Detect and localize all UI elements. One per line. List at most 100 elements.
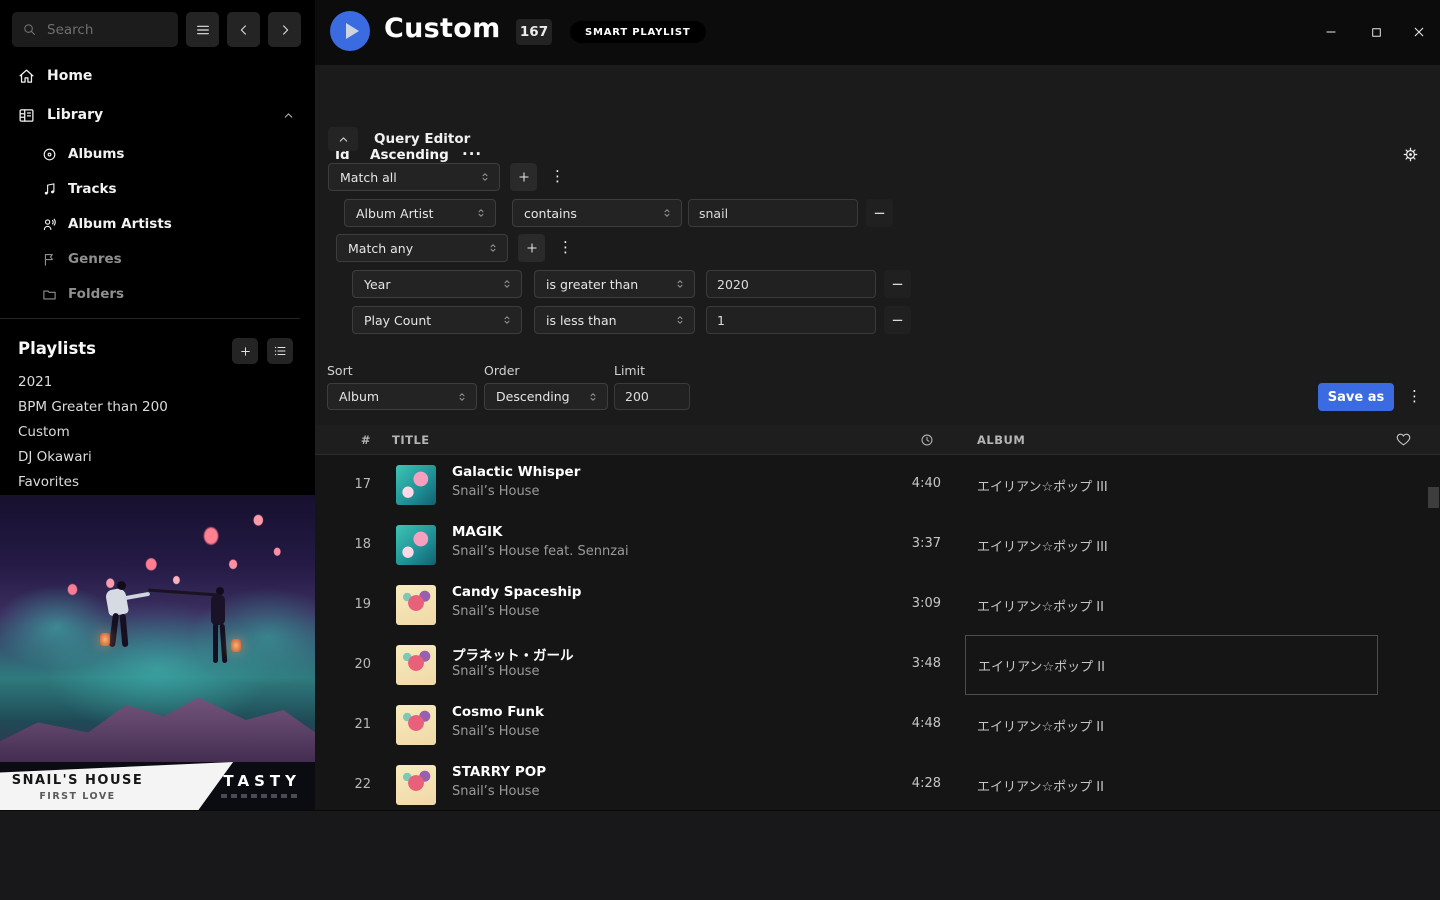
track-thumbnail[interactable] xyxy=(396,525,436,565)
album-cell[interactable]: エイリアン☆ポップ II xyxy=(965,695,1378,755)
track-artist[interactable]: Snail’s House feat. Sennzai xyxy=(452,544,629,559)
track-thumbnail[interactable] xyxy=(396,645,436,685)
playlist-item[interactable]: Favorites xyxy=(18,470,298,495)
query-editor-collapse-button[interactable] xyxy=(328,127,358,151)
track-album[interactable]: エイリアン☆ポップ II xyxy=(977,776,1104,795)
sidebar-item-library[interactable]: Library xyxy=(0,101,315,129)
column-title[interactable]: TITLE xyxy=(392,433,430,447)
add-rule-button[interactable] xyxy=(518,234,545,262)
track-title[interactable]: MAGIK xyxy=(452,524,502,540)
album-cell[interactable]: エイリアン☆ポップ III xyxy=(965,455,1378,515)
album-cell[interactable]: エイリアン☆ポップ II xyxy=(965,575,1378,635)
track-title[interactable]: Cosmo Funk xyxy=(452,704,544,720)
add-rule-button[interactable] xyxy=(510,163,537,191)
favorite-column-heart-icon[interactable] xyxy=(1396,432,1411,447)
rule-field-select[interactable]: Album Artist xyxy=(344,199,496,227)
playlist-item[interactable]: 2021 xyxy=(18,370,298,395)
more-options-button[interactable]: ··· xyxy=(462,145,482,163)
column-number[interactable]: # xyxy=(331,433,371,447)
track-album[interactable]: エイリアン☆ポップ III xyxy=(977,536,1108,555)
remove-rule-button[interactable]: − xyxy=(884,306,911,334)
sort-select[interactable]: Album xyxy=(327,383,477,410)
remove-rule-button[interactable]: − xyxy=(884,270,911,298)
match-type-select[interactable]: Match all xyxy=(328,163,500,191)
column-album[interactable]: ALBUM xyxy=(977,433,1025,447)
sidebar-item-folders[interactable]: Folders xyxy=(0,280,315,308)
now-playing-cover-art[interactable]: SNAIL'S HOUSE FIRST LOVE TASTY xyxy=(0,495,315,810)
duration-column-clock-icon[interactable] xyxy=(920,433,934,447)
playlist-item[interactable]: DJ Okawari xyxy=(18,445,298,470)
rule-operator-select[interactable]: contains xyxy=(512,199,682,227)
settings-gear-button[interactable] xyxy=(1402,146,1419,163)
remove-rule-button[interactable]: − xyxy=(866,199,893,227)
search-box[interactable] xyxy=(12,12,178,47)
table-row[interactable]: 19 Candy Spaceship Snail’s House 3:09 エイ… xyxy=(315,575,1440,635)
track-title[interactable]: Galactic Whisper xyxy=(452,464,580,480)
chevron-up-icon[interactable] xyxy=(282,109,295,122)
album-cell[interactable]: エイリアン☆ポップ II xyxy=(965,755,1378,810)
playlist-view-button[interactable] xyxy=(267,338,293,364)
order-select[interactable]: Descending xyxy=(484,383,608,410)
save-as-button[interactable]: Save as xyxy=(1318,383,1394,411)
page-title: Custom xyxy=(384,13,501,44)
rule-value-input[interactable] xyxy=(706,306,876,334)
track-duration: 4:48 xyxy=(875,716,941,731)
maximize-button[interactable] xyxy=(1363,20,1389,44)
sidebar-item-tracks[interactable]: Tracks xyxy=(0,175,315,203)
playlist-item[interactable]: BPM Greater than 200 xyxy=(18,395,298,420)
track-album[interactable]: エイリアン☆ポップ II xyxy=(978,656,1105,675)
track-album[interactable]: エイリアン☆ポップ II xyxy=(977,716,1104,735)
table-row[interactable]: 18 MAGIK Snail’s House feat. Sennzai 3:3… xyxy=(315,515,1440,575)
match-type-select[interactable]: Match any xyxy=(336,234,508,262)
track-artist[interactable]: Snail’s House xyxy=(452,604,539,619)
track-list: 17 Galactic Whisper Snail’s House 4:40 エ… xyxy=(315,455,1440,810)
track-album[interactable]: エイリアン☆ポップ III xyxy=(977,476,1108,495)
artist-icon xyxy=(42,217,57,232)
sidebar-divider xyxy=(0,318,300,319)
track-artist[interactable]: Snail’s House xyxy=(452,664,539,679)
track-title[interactable]: STARRY POP xyxy=(452,764,546,780)
rule-value-input[interactable] xyxy=(688,199,858,227)
track-artist[interactable]: Snail’s House xyxy=(452,724,539,739)
group-more-button[interactable]: ⋮ xyxy=(558,240,573,255)
sort-order-button[interactable]: Ascending xyxy=(370,147,449,163)
play-playlist-button[interactable] xyxy=(330,11,370,51)
rule-operator-select[interactable]: is less than xyxy=(534,306,695,334)
limit-input[interactable] xyxy=(614,383,690,410)
table-row[interactable]: 21 Cosmo Funk Snail’s House 4:48 エイリアン☆ポ… xyxy=(315,695,1440,755)
sidebar-item-home[interactable]: Home xyxy=(0,62,315,90)
playlist-item[interactable]: Custom xyxy=(18,420,298,445)
minimize-button[interactable] xyxy=(1318,20,1344,44)
scrollbar-thumb[interactable] xyxy=(1428,487,1439,508)
forward-button[interactable] xyxy=(268,12,301,47)
track-title[interactable]: プラネット・ガール xyxy=(452,644,574,664)
rule-value-input[interactable] xyxy=(706,270,876,298)
rule-field-select[interactable]: Year xyxy=(352,270,522,298)
album-cell[interactable]: エイリアン☆ポップ III xyxy=(965,515,1378,575)
track-thumbnail[interactable] xyxy=(396,465,436,505)
sidebar-item-albums[interactable]: Albums xyxy=(0,140,315,168)
group-more-button[interactable]: ⋮ xyxy=(550,169,565,184)
sidebar-item-genres[interactable]: Genres xyxy=(0,245,315,273)
table-row[interactable]: 22 STARRY POP Snail’s House 4:28 エイリアン☆ポ… xyxy=(315,755,1440,810)
table-row[interactable]: 20 プラネット・ガール Snail’s House 3:48 エイリアン☆ポッ… xyxy=(315,635,1440,695)
track-artist[interactable]: Snail’s House xyxy=(452,784,539,799)
track-thumbnail[interactable] xyxy=(396,585,436,625)
menu-button[interactable] xyxy=(186,12,219,47)
back-button[interactable] xyxy=(227,12,260,47)
track-artist[interactable]: Snail’s House xyxy=(452,484,539,499)
close-button[interactable] xyxy=(1406,20,1432,44)
search-input[interactable] xyxy=(45,21,168,39)
track-thumbnail[interactable] xyxy=(396,705,436,745)
smart-playlist-badge: SMART PLAYLIST xyxy=(570,21,706,43)
rule-field-select[interactable]: Play Count xyxy=(352,306,522,334)
album-cell[interactable]: エイリアン☆ポップ II xyxy=(965,635,1378,695)
rule-operator-select[interactable]: is greater than xyxy=(534,270,695,298)
track-album[interactable]: エイリアン☆ポップ II xyxy=(977,596,1104,615)
track-title[interactable]: Candy Spaceship xyxy=(452,584,581,600)
track-thumbnail[interactable] xyxy=(396,765,436,805)
query-more-button[interactable]: ⋮ xyxy=(1407,389,1422,404)
table-row[interactable]: 17 Galactic Whisper Snail’s House 4:40 エ… xyxy=(315,455,1440,515)
sidebar-item-album-artists[interactable]: Album Artists xyxy=(0,210,315,238)
add-playlist-button[interactable] xyxy=(232,338,258,364)
